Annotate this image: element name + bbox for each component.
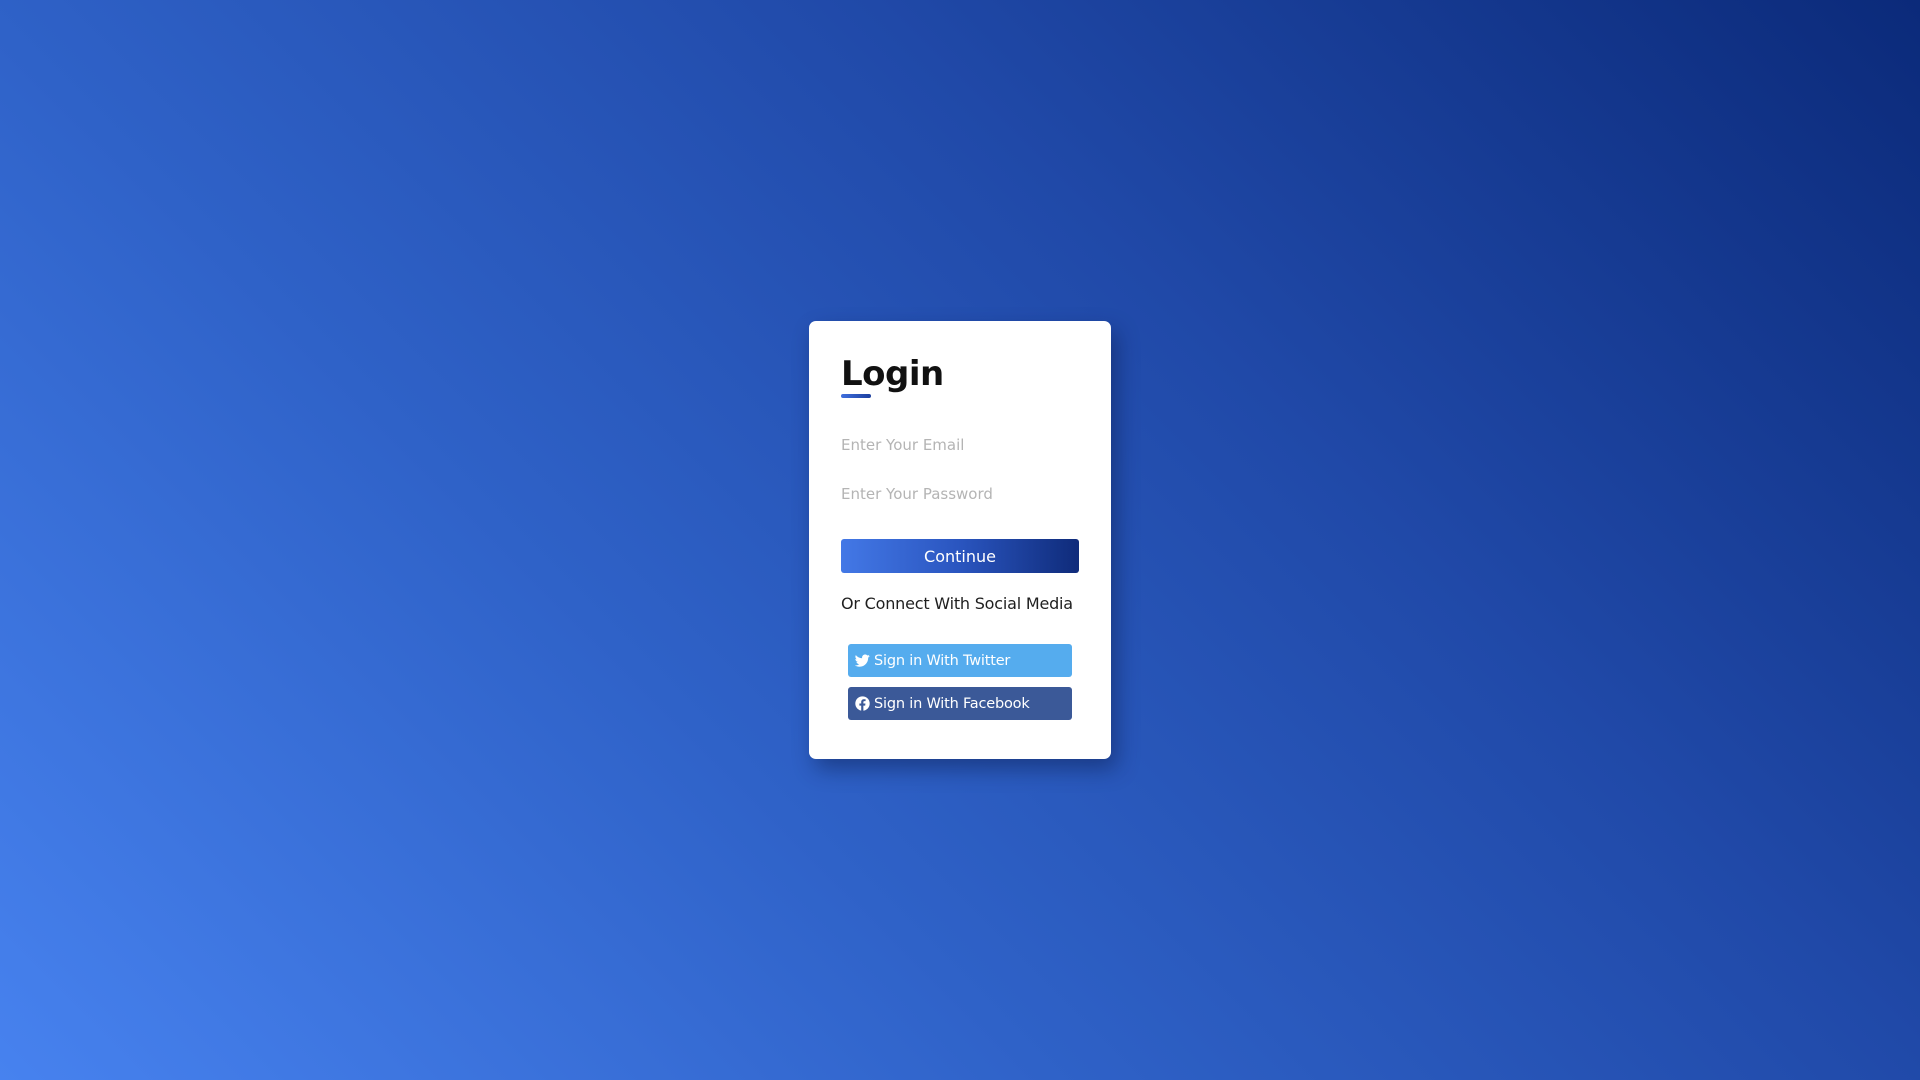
login-title: Login — [841, 354, 944, 394]
twitter-signin-button[interactable]: Sign in With Twitter — [848, 644, 1072, 677]
continue-button[interactable]: Continue — [841, 539, 1079, 573]
facebook-signin-label: Sign in With Facebook — [874, 695, 1030, 712]
social-connect-text: Or Connect With Social Media — [841, 594, 1073, 613]
login-card: Login Continue Or Connect With Social Me… — [809, 321, 1111, 759]
title-underline — [841, 394, 871, 398]
twitter-signin-label: Sign in With Twitter — [874, 652, 1011, 669]
twitter-icon — [854, 653, 870, 669]
facebook-icon — [854, 696, 870, 712]
facebook-signin-button[interactable]: Sign in With Facebook — [848, 687, 1072, 720]
email-input[interactable] — [841, 431, 1079, 459]
password-input[interactable] — [841, 480, 1079, 508]
